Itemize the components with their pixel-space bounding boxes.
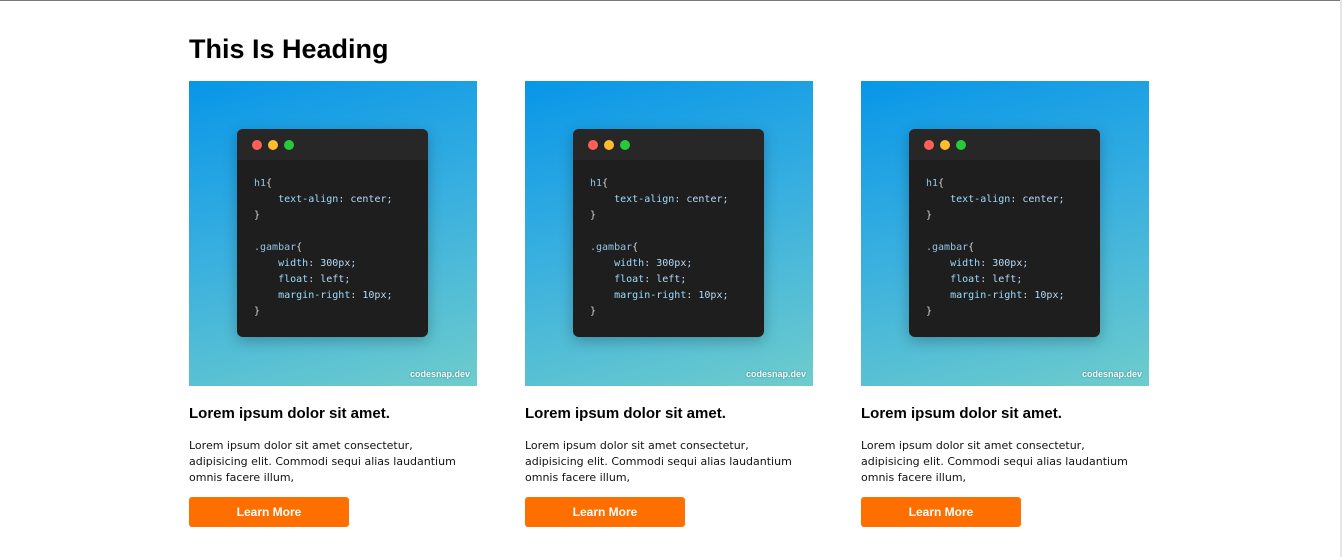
browser-top-border <box>0 0 1342 1</box>
card-1: h1{ text-align: center; } .gambar{ width… <box>189 81 477 527</box>
window-close-dot-icon <box>588 140 598 150</box>
code-text: h1{ text-align: center; } .gambar{ width… <box>590 178 729 317</box>
image-watermark: codesnap.dev <box>409 369 470 379</box>
code-text: h1{ text-align: center; } .gambar{ width… <box>254 178 393 317</box>
code-window-titlebar <box>573 129 764 160</box>
window-maximize-dot-icon <box>620 140 630 150</box>
learn-more-button[interactable]: Learn More <box>525 497 685 527</box>
card-description: Lorem ipsum dolor sit amet consectetur, … <box>861 439 1128 484</box>
card-image: h1{ text-align: center; } .gambar{ width… <box>189 81 477 386</box>
image-watermark: codesnap.dev <box>745 369 806 379</box>
window-minimize-dot-icon <box>268 140 278 150</box>
card-3: h1{ text-align: center; } .gambar{ width… <box>861 81 1149 527</box>
code-snippet-window: h1{ text-align: center; } .gambar{ width… <box>573 129 764 337</box>
card-image: h1{ text-align: center; } .gambar{ width… <box>525 81 813 386</box>
window-minimize-dot-icon <box>940 140 950 150</box>
card-2: h1{ text-align: center; } .gambar{ width… <box>525 81 813 527</box>
window-close-dot-icon <box>252 140 262 150</box>
learn-more-button[interactable]: Learn More <box>189 497 349 527</box>
code-text: h1{ text-align: center; } .gambar{ width… <box>926 178 1065 317</box>
card-description: Lorem ipsum dolor sit amet consectetur, … <box>525 439 792 484</box>
window-maximize-dot-icon <box>956 140 966 150</box>
page-heading: This Is Heading <box>189 34 389 64</box>
card-title: Lorem ipsum dolor sit amet. <box>189 405 390 422</box>
card-image: h1{ text-align: center; } .gambar{ width… <box>861 81 1149 386</box>
window-maximize-dot-icon <box>284 140 294 150</box>
code-window-titlebar <box>237 129 428 160</box>
window-minimize-dot-icon <box>604 140 614 150</box>
window-close-dot-icon <box>924 140 934 150</box>
card-title: Lorem ipsum dolor sit amet. <box>861 405 1062 422</box>
card-title: Lorem ipsum dolor sit amet. <box>525 405 726 422</box>
card-description: Lorem ipsum dolor sit amet consectetur, … <box>189 439 456 484</box>
code-window-titlebar <box>909 129 1100 160</box>
learn-more-button[interactable]: Learn More <box>861 497 1021 527</box>
code-snippet-window: h1{ text-align: center; } .gambar{ width… <box>909 129 1100 337</box>
code-snippet-window: h1{ text-align: center; } .gambar{ width… <box>237 129 428 337</box>
image-watermark: codesnap.dev <box>1081 369 1142 379</box>
